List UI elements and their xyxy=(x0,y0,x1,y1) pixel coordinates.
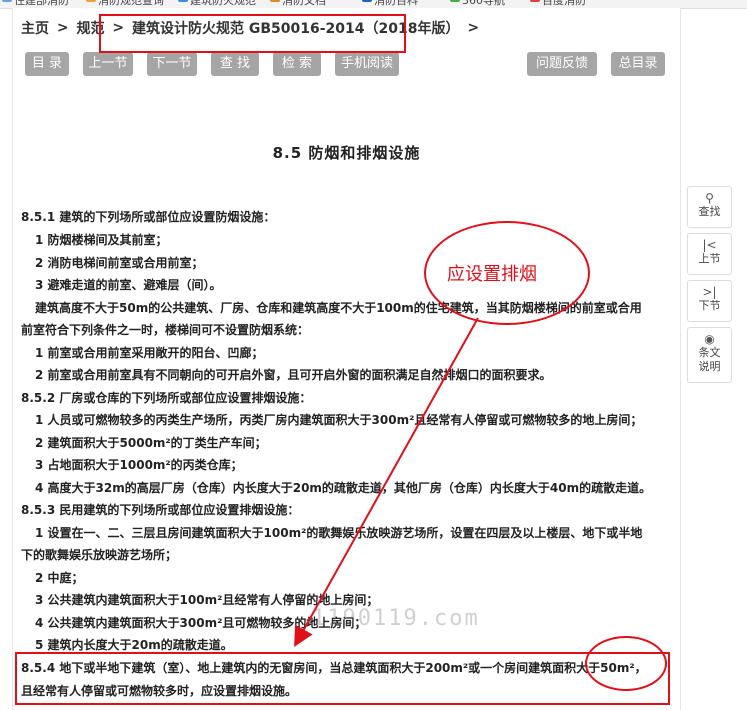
section-title: 8.5 防烟和排烟设施 xyxy=(272,144,421,162)
clause-heading: 8.5.1 建筑的下列场所或部位应设置防烟设施： xyxy=(21,210,276,224)
breadcrumb-separator: > xyxy=(467,20,480,36)
clause-heading: 8.5.3 民用建筑的下列场所或部位应设置排烟设施： xyxy=(21,503,300,517)
bookmark-icon xyxy=(450,0,460,2)
bookmark-item[interactable]: 百度消防 xyxy=(542,0,586,8)
search-button[interactable]: 检 索 xyxy=(273,52,321,76)
sidebar-prev[interactable]: |< 上节 xyxy=(687,233,732,275)
clause-item: 1 设置在一、二、三层且房间建筑面积大于100m²的歌舞娱乐放映游艺场所，设置在… xyxy=(35,526,643,540)
breadcrumb-spec[interactable]: 规范 xyxy=(76,21,104,37)
clause-item: 1 人员或可燃物较多的丙类生产场所，丙类厂房内建筑面积大于300m²且经常有人停… xyxy=(35,413,643,427)
bookmark-icon xyxy=(270,0,280,2)
breadcrumb-separator: > xyxy=(112,20,125,36)
clause-heading: 8.5.2 厂房或仓库的下列场所或部位应设置排烟设施： xyxy=(21,391,312,405)
bookmark-icon xyxy=(86,0,96,2)
clause-item-continued: 下的歌舞娱乐放映游艺场所； xyxy=(21,548,178,562)
toc-button[interactable]: 目 录 xyxy=(25,52,69,76)
all-toc-button[interactable]: 总目录 xyxy=(611,52,665,76)
skip-back-icon: |< xyxy=(702,238,717,252)
bookmark-item[interactable]: 消防文档 xyxy=(282,0,326,8)
clause-item: 2 前室或合用前室具有不同朝向的可开启外窗，且可开启外窗的面积满足自然排烟口的面… xyxy=(35,368,552,382)
clause-item: 5 建筑内长度大于20m的疏散走道。 xyxy=(35,638,233,652)
clause-item: 3 避难走道的前室、避难层（间）。 xyxy=(35,278,222,292)
search-icon: ⚲ xyxy=(705,191,714,205)
article-panel: 主页 > 规范 > 建筑设计防火规范 GB50016-2014（2018年版） … xyxy=(12,8,681,710)
breadcrumb-home[interactable]: 主页 xyxy=(21,21,49,37)
toolbar: 目 录 上一节 下一节 查 找 检 索 手机阅读 问题反馈 总目录 xyxy=(25,52,665,76)
prev-section-button[interactable]: 上一节 xyxy=(83,52,133,76)
bookmark-item[interactable]: 360导航 xyxy=(462,0,505,8)
find-button[interactable]: 查 找 xyxy=(211,52,259,76)
clause-item: 2 中庭； xyxy=(35,571,84,585)
sidebar-next[interactable]: >| 下节 xyxy=(687,280,732,322)
watermark: 1190119.com xyxy=(312,606,480,631)
skip-forward-icon: >| xyxy=(702,285,717,299)
next-section-button[interactable]: 下一节 xyxy=(147,52,197,76)
clause-item: 4 高度大于32m的高层厂房（仓库）内长度大于20m的疏散走道，其他厂房（仓库）… xyxy=(35,481,652,495)
clause-highlighted-continued: 且经常有人停留或可燃物较多时，应设置排烟设施。 xyxy=(21,684,298,698)
sidebar-notes-label: 条文 xyxy=(698,346,721,359)
breadcrumb: 主页 > 规范 > 建筑设计防火规范 GB50016-2014（2018年版） … xyxy=(21,18,482,38)
eye-icon: ◉ xyxy=(704,332,715,346)
clause-paragraph: 建筑高度不大于50m的公共建筑、厂房、仓库和建筑高度不大于100m的住宅建筑，当… xyxy=(35,301,642,315)
bookmark-icon xyxy=(362,0,372,2)
mobile-read-button[interactable]: 手机阅读 xyxy=(335,52,399,76)
bookmark-item[interactable]: 消防百科 xyxy=(374,0,418,8)
breadcrumb-separator: > xyxy=(56,20,69,36)
sidebar-notes[interactable]: ◉ 条文 说明 xyxy=(687,327,732,383)
clause-item: 1 前室或合用前室采用敞开的阳台、凹廊； xyxy=(35,346,264,360)
bookmark-item[interactable]: 消防规范查询 xyxy=(98,0,164,8)
breadcrumb-current[interactable]: 建筑设计防火规范 GB50016-2014（2018年版） xyxy=(132,21,459,37)
clause-item: 2 建筑面积大于5000m²的丁类生产车间； xyxy=(35,436,267,450)
feedback-button[interactable]: 问题反馈 xyxy=(527,52,597,76)
sidebar-notes-label: 说明 xyxy=(698,360,721,373)
sidebar-find-label: 查找 xyxy=(698,205,721,218)
sidebar-prev-label: 上节 xyxy=(698,252,721,265)
bookmark-icon xyxy=(178,0,188,2)
clause-highlighted: 8.5.4 地下或半地下建筑（室）、地上建筑内的无窗房间，当总建筑面积大于200… xyxy=(21,661,647,675)
bookmark-item[interactable]: 住建部消防 xyxy=(14,0,69,8)
bookmark-icon xyxy=(530,0,540,2)
bookmark-icon xyxy=(2,0,12,2)
clause-item: 3 占地面积大于1000m²的丙类仓库； xyxy=(35,458,243,472)
annotation-text: 应设置排烟 xyxy=(447,264,537,285)
sidebar-next-label: 下节 xyxy=(698,299,721,312)
clause-paragraph: 前室符合下列条件之一时，楼梯间可不设置防烟系统： xyxy=(21,323,310,337)
sidebar-find[interactable]: ⚲ 查找 xyxy=(687,186,732,228)
clause-item: 2 消防电梯间前室或合用前室； xyxy=(35,256,204,270)
clause-item: 1 防烟楼梯间及其前室； xyxy=(35,233,168,247)
bookmark-item[interactable]: 建筑防火规范 xyxy=(190,0,256,8)
